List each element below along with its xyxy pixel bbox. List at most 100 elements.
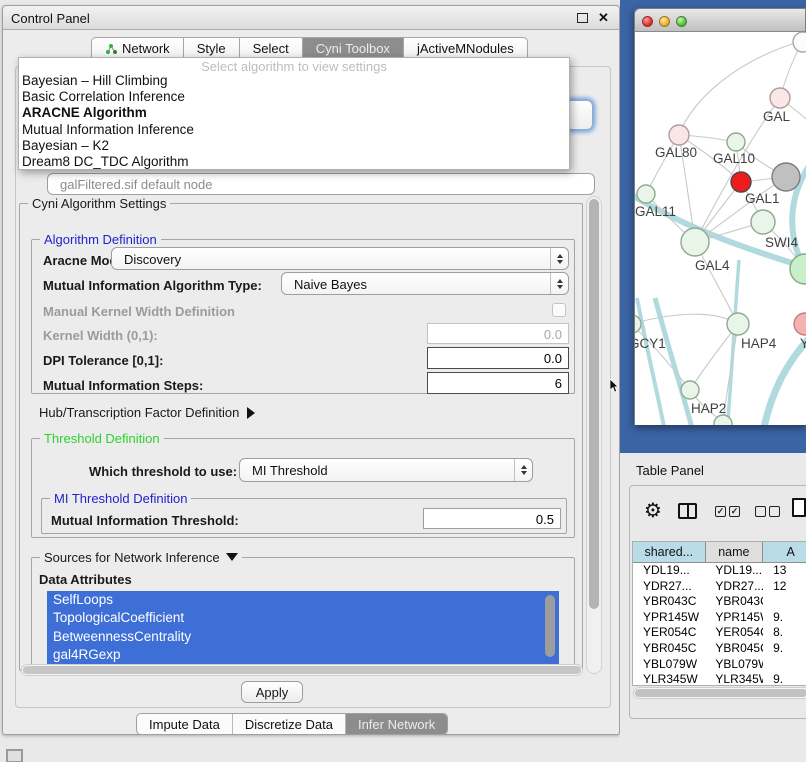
network-node-hap2[interactable] <box>681 381 699 399</box>
network-view-window: GALGAL80GAL10GAL11GAL1GAL4SWI4GCY1HAP4YH… <box>634 8 806 425</box>
network-node[interactable] <box>731 172 751 192</box>
kernel-width-field[interactable]: 0.0 <box>427 323 569 344</box>
network-icon <box>105 43 118 55</box>
attribute-item-selfloops[interactable]: SelfLoops <box>47 591 559 609</box>
table-cell: YBL079W <box>705 657 763 673</box>
table-row[interactable]: YBL079WYBL079W <box>633 657 806 673</box>
network-edge <box>727 260 739 425</box>
node-label: GCY1 <box>635 336 666 351</box>
combo-spinner-icon <box>514 459 532 481</box>
column-header-shared[interactable]: shared... <box>633 542 706 562</box>
dpi-tolerance-field[interactable]: 0.0 <box>427 347 569 369</box>
network-node[interactable] <box>772 163 800 191</box>
tab-discretize-data[interactable]: Discretize Data <box>232 714 345 734</box>
tab-impute-data[interactable]: Impute Data <box>137 714 232 734</box>
table-panel-title: Table Panel <box>636 463 704 478</box>
which-threshold-label: Which threshold to use: <box>89 464 237 479</box>
algorithm-item-mutual-information-inference[interactable]: Mutual Information Inference <box>19 122 569 138</box>
table-cell: 9. <box>763 610 806 626</box>
table-cell: 13 <box>763 563 806 579</box>
table-cell: YBR043C <box>705 594 763 610</box>
document-icon[interactable] <box>792 498 806 517</box>
table-row[interactable]: YDL19...YDL19...13 <box>633 563 806 579</box>
select-all-checkbox-icon[interactable]: ✓ <box>715 506 726 517</box>
table-row[interactable]: YBR045CYBR045C9. <box>633 641 806 657</box>
manual-kernel-width-checkbox[interactable] <box>552 303 566 317</box>
vertical-scrollbar[interactable] <box>586 196 602 674</box>
table-cell: YER054C <box>705 625 763 641</box>
network-canvas[interactable]: GALGAL80GAL10GAL11GAL1GAL4SWI4GCY1HAP4YH… <box>634 32 806 425</box>
mi-threshold-field[interactable]: 0.5 <box>423 508 561 529</box>
tab-infer-network[interactable]: Infer Network <box>345 714 447 734</box>
network-window-titlebar[interactable] <box>634 8 806 32</box>
algorithm-item-bayesian-hill-climbing[interactable]: Bayesian – Hill Climbing <box>19 73 569 89</box>
close-icon[interactable]: ✕ <box>598 10 609 26</box>
table-row[interactable]: YPR145WYPR145W9. <box>633 610 806 626</box>
minimize-traffic-light-icon[interactable] <box>659 16 670 27</box>
apply-button[interactable]: Apply <box>241 681 303 703</box>
chevron-right-icon <box>247 407 255 419</box>
table-cell: YDL19... <box>705 563 763 579</box>
aracne-mode-combo[interactable]: Discovery <box>111 247 569 270</box>
network-node-hap4[interactable] <box>727 313 749 335</box>
table-cell: YPR145W <box>705 610 763 626</box>
algorithm-item-basic-correlation-inference[interactable]: Basic Correlation Inference <box>19 89 569 105</box>
node-label: HAP4 <box>741 336 777 351</box>
algorithm-item-dream8-dc-tdc-algorithm[interactable]: Dream8 DC_TDC Algorithm <box>19 154 569 170</box>
mi-algorithm-type-combo[interactable]: Naive Bayes <box>281 272 569 295</box>
table-cell <box>763 657 806 673</box>
node-label: Y <box>800 336 806 351</box>
column-header-a[interactable]: A <box>763 542 806 562</box>
deselect-all-checkbox-icon[interactable] <box>755 506 766 517</box>
data-attributes-list[interactable]: SelfLoopsTopologicalCoefficientBetweenne… <box>47 591 559 664</box>
node-label: GAL <box>763 109 791 124</box>
select-all-checkbox-icon[interactable]: ✓ <box>729 506 740 517</box>
table-row[interactable]: YLR345WYLR345W9. <box>633 672 806 686</box>
table-cell: YLR345W <box>705 672 763 686</box>
sources-title[interactable]: Sources for Network Inference <box>40 550 242 565</box>
collapsed-panel-button[interactable] <box>6 749 23 762</box>
table-panel: ⚙ ✓ ✓ shared...nameA YDL19...YDL19...13Y… <box>629 485 806 719</box>
zoom-traffic-light-icon[interactable] <box>676 16 687 27</box>
table-horizontal-scrollbar[interactable] <box>633 687 806 699</box>
algorithm-item-aracne-algorithm[interactable]: ARACNE Algorithm <box>19 105 569 121</box>
mi-steps-field[interactable]: 6 <box>427 372 569 394</box>
network-node-y[interactable] <box>794 313 806 335</box>
hidden-network-combo-value: galFiltered.sif default node <box>60 177 212 192</box>
which-threshold-combo[interactable]: MI Threshold <box>239 458 533 482</box>
attribute-item-topologicalcoefficient[interactable]: TopologicalCoefficient <box>47 609 559 627</box>
column-header-name[interactable]: name <box>706 542 764 562</box>
network-node-swi4[interactable] <box>790 254 806 284</box>
control-panel-titlebar[interactable]: Control Panel ✕ <box>3 6 619 30</box>
deselect-all-checkbox-icon[interactable] <box>769 506 780 517</box>
table-row[interactable]: YER054CYER054C8. <box>633 625 806 641</box>
table-row[interactable]: YBR043CYBR043C <box>633 594 806 610</box>
network-node-gal11[interactable] <box>637 185 655 203</box>
network-node-gal10[interactable] <box>727 133 745 151</box>
hidden-network-combo[interactable]: galFiltered.sif default node <box>47 173 595 195</box>
attribute-item-betweennesscentrality[interactable]: BetweennessCentrality <box>47 628 559 646</box>
attribute-item-gal4rgexp[interactable]: gal4RGexp <box>47 646 559 664</box>
network-node-gal[interactable] <box>770 88 790 108</box>
network-node-gal1[interactable] <box>751 210 775 234</box>
float-window-icon[interactable] <box>577 13 588 23</box>
hub-definition-toggle[interactable]: Hub/Transcription Factor Definition <box>39 405 255 420</box>
network-node-gal4[interactable] <box>681 228 709 256</box>
network-node[interactable] <box>793 32 806 52</box>
table-header-row: shared...nameA <box>633 542 806 563</box>
network-node-gal80[interactable] <box>669 125 689 145</box>
mi-threshold-title: MI Threshold Definition <box>50 491 191 506</box>
node-table: shared...nameA YDL19...YDL19...13YDR27..… <box>632 541 806 686</box>
columns-icon[interactable] <box>678 503 697 519</box>
table-row[interactable]: YDR27...YDR27...12 <box>633 579 806 595</box>
gear-icon[interactable]: ⚙ <box>644 498 662 522</box>
tab-label: Select <box>253 41 289 56</box>
table-cell: 8. <box>763 625 806 641</box>
algorithm-item-bayesian-k2[interactable]: Bayesian – K2 <box>19 138 569 154</box>
table-cell: YDR27... <box>633 579 705 595</box>
close-traffic-light-icon[interactable] <box>642 16 653 27</box>
network-edge <box>635 314 738 324</box>
horizontal-scrollbar[interactable] <box>21 664 583 676</box>
node-label: GAL4 <box>695 258 730 273</box>
attribute-list-scrollbar[interactable] <box>545 595 555 657</box>
